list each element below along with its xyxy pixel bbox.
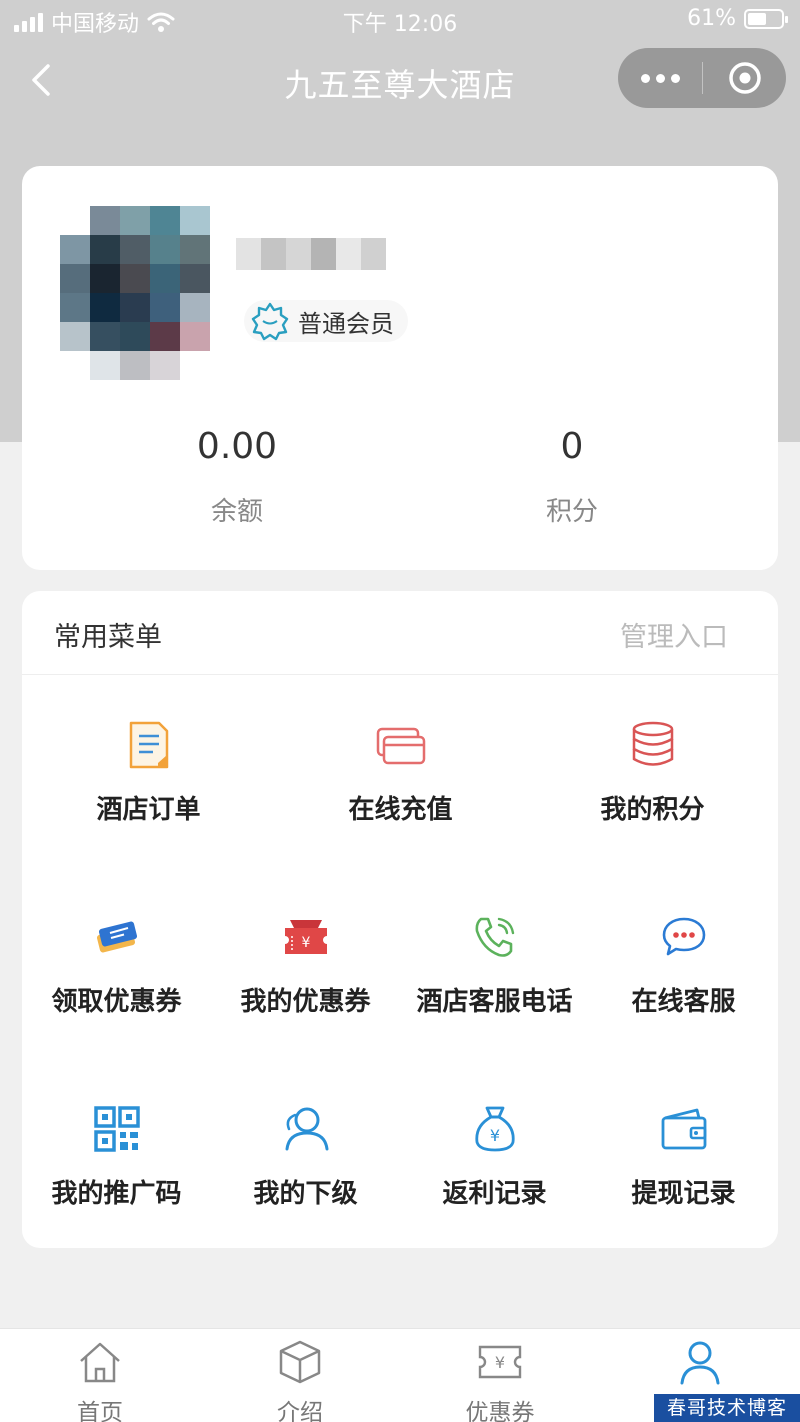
menu-item-label: 我的积分 xyxy=(600,795,705,825)
wallet-icon xyxy=(654,1099,714,1159)
target-icon xyxy=(728,62,761,94)
tab-intro[interactable]: 介绍 xyxy=(200,1337,400,1422)
battery-percent: 61% xyxy=(687,6,736,31)
battery-icon xyxy=(744,8,788,29)
money-bag-icon: ¥ xyxy=(465,1099,525,1159)
menu-item-label: 在线客服 xyxy=(631,987,736,1017)
menu-item-hotel-phone[interactable]: 酒店客服电话 xyxy=(400,907,589,1018)
menu-item-label: 我的推广码 xyxy=(51,1179,182,1209)
coupon-icon: ¥ xyxy=(478,1345,522,1379)
avatar[interactable] xyxy=(60,206,210,380)
chat-icon xyxy=(654,907,714,967)
watermark: 春哥技术博客 xyxy=(654,1394,800,1422)
svg-text:¥: ¥ xyxy=(301,935,310,951)
balance-stat[interactable]: 0.00 余额 xyxy=(137,426,337,528)
menu-item-withdraw-records[interactable]: 提现记录 xyxy=(589,1099,778,1210)
more-dots-icon xyxy=(640,73,650,83)
admin-entry-link[interactable]: 管理入口 xyxy=(620,615,728,654)
status-bar: 中国移动 下午 12:06 61% xyxy=(0,0,800,40)
menu-header: 常用菜单 管理入口 xyxy=(22,591,778,675)
phone-icon xyxy=(465,907,525,967)
menu-item-claim-coupons[interactable]: 领取优惠券 xyxy=(22,907,211,1018)
profile-card: 普通会员 0.00 余额 0 积分 xyxy=(22,166,778,570)
box-icon xyxy=(279,1340,321,1384)
menu-item-online-service[interactable]: 在线客服 xyxy=(589,907,778,1018)
menu-item-label: 我的下级 xyxy=(253,1179,358,1209)
member-level-text: 普通会员 xyxy=(298,309,394,338)
menu-item-label: 酒店订单 xyxy=(96,795,201,825)
menu-item-label: 领取优惠券 xyxy=(51,987,182,1017)
status-time: 下午 12:06 xyxy=(342,12,458,37)
tickets-icon xyxy=(87,907,147,967)
user-icon xyxy=(680,1341,720,1385)
document-icon xyxy=(119,715,179,775)
mini-program-capsule xyxy=(618,48,786,108)
balance-value: 0.00 xyxy=(196,426,278,467)
coin-stack-icon xyxy=(623,715,683,775)
tab-label: 优惠券 xyxy=(465,1400,535,1422)
menu-item-label: 返利记录 xyxy=(442,1179,547,1209)
menu-item-label: 我的优惠券 xyxy=(240,987,371,1017)
menu-card: 常用菜单 管理入口 酒店订单 在线充值 我的积分 领取优惠券 ¥ 我的优惠券 酒… xyxy=(22,591,778,1248)
svg-text:¥: ¥ xyxy=(489,1126,499,1145)
balance-label: 余额 xyxy=(210,497,263,527)
points-label: 积分 xyxy=(545,497,598,527)
menu-title: 常用菜单 xyxy=(54,622,162,653)
menu-item-promo-code[interactable]: 我的推广码 xyxy=(22,1099,211,1210)
menu-item-label: 在线充值 xyxy=(348,795,453,825)
tab-home[interactable]: 首页 xyxy=(0,1337,200,1422)
menu-item-label: 酒店客服电话 xyxy=(416,987,573,1017)
menu-item-my-coupons[interactable]: ¥ 我的优惠券 xyxy=(211,907,400,1018)
card-icon xyxy=(371,715,431,775)
member-level-badge: 普通会员 xyxy=(244,300,408,342)
points-stat[interactable]: 0 积分 xyxy=(472,426,672,528)
menu-item-subordinates[interactable]: 我的下级 xyxy=(211,1099,400,1210)
user-name-blurred xyxy=(236,238,386,270)
menu-item-rebate-records[interactable]: ¥ 返利记录 xyxy=(400,1099,589,1210)
menu-item-hotel-orders[interactable]: 酒店订单 xyxy=(54,715,243,826)
tab-label: 首页 xyxy=(77,1400,123,1422)
user-icon xyxy=(276,1099,336,1159)
menu-item-my-points[interactable]: 我的积分 xyxy=(558,715,747,826)
home-icon xyxy=(80,1342,120,1383)
tab-label: 介绍 xyxy=(277,1400,323,1422)
navigation-bar: 九五至尊大酒店 xyxy=(0,40,800,120)
points-value: 0 xyxy=(560,426,584,467)
tab-coupons[interactable]: ¥ 优惠券 xyxy=(400,1337,600,1422)
menu-item-online-recharge[interactable]: 在线充值 xyxy=(306,715,495,826)
more-button[interactable] xyxy=(618,48,702,108)
coupon-icon: ¥ xyxy=(276,907,336,967)
close-program-button[interactable] xyxy=(703,48,786,108)
qr-code-icon xyxy=(87,1099,147,1159)
svg-text:¥: ¥ xyxy=(495,1353,505,1372)
badge-icon xyxy=(251,302,289,341)
menu-item-label: 提现记录 xyxy=(631,1179,736,1209)
